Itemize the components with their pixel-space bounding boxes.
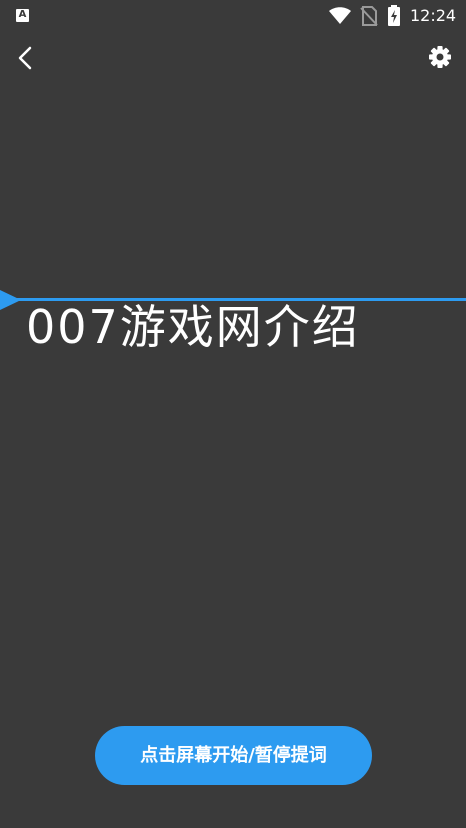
app-notification-letter: A [18,9,27,20]
prompter-text: 007游戏网介绍 [26,300,360,354]
no-sim-icon [360,6,378,26]
gear-icon [429,46,451,68]
app-notification-icon: A [16,9,29,22]
chevron-left-icon [18,46,32,70]
battery-charging-icon [388,5,400,26]
back-button[interactable] [10,42,42,74]
wifi-icon [329,7,351,24]
status-time: 12:24 [410,6,457,25]
status-bar: A 12:24 [0,0,466,32]
start-pause-prompter-button[interactable]: 点击屏幕开始/暂停提词 [95,726,372,785]
settings-button[interactable] [424,42,456,74]
